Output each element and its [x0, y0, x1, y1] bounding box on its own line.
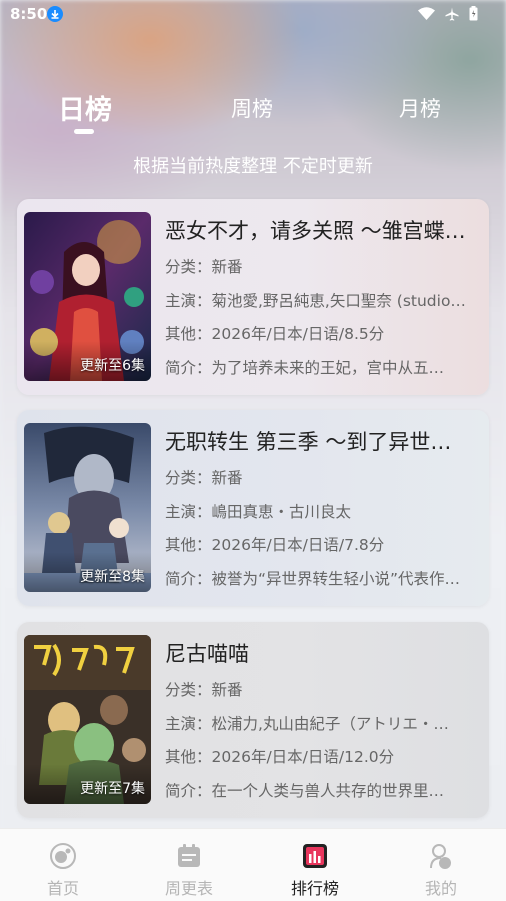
ranking-card[interactable]: 更新至6集 恶女不才，请多关照 ～雏宫蝶… 分类：新番 主演：菊池愛,野呂純恵,… [17, 199, 489, 395]
battery-icon [469, 6, 478, 21]
item-other: 其他：2026年/日本/日语/7.8分 [165, 536, 385, 554]
item-intro: 简介：为了培养未来的王妃，宫中从五… [165, 359, 445, 377]
item-intro: 简介：被誉为“异世界转生轻小说”代表作… [165, 570, 461, 588]
poster-image: 更新至7集 [24, 635, 151, 804]
profile-icon [430, 844, 451, 869]
poster-image: 更新至6集 [24, 212, 151, 381]
item-category: 分类：新番 [165, 681, 243, 699]
episode-badge: 更新至7集 [80, 781, 145, 797]
item-other: 其他：2026年/日本/日语/8.5分 [165, 325, 385, 343]
status-bar: 8:50 [0, 0, 506, 28]
nav-label: 周更表 [164, 879, 213, 898]
ranking-subtitle: 根据当前热度整理 不定时更新 [133, 156, 373, 177]
airplane-icon [445, 7, 459, 21]
poster-image: 更新至8集 [24, 423, 151, 592]
item-title: 恶女不才，请多关照 ～雏宫蝶… [165, 219, 466, 243]
item-other: 其他：2026年/日本/日语/12.0分 [165, 748, 395, 766]
calendar-icon [178, 844, 200, 867]
bottom-nav: 首页 周更表 排行榜 我的 [0, 828, 506, 901]
home-icon [50, 843, 76, 869]
ranking-card[interactable]: 更新至7集 尼古喵喵 分类：新番 主演：松浦力,丸山由紀子（アトリエ・… 其他：… [17, 622, 489, 818]
tab-daily[interactable]: 日榜 [58, 88, 112, 127]
item-title: 无职转生 第三季 ～到了异世… [165, 430, 452, 454]
ranking-card[interactable]: 更新至8集 无职转生 第三季 ～到了异世… 分类：新番 主演：嶋田真恵・古川良太… [17, 410, 489, 606]
download-icon [47, 6, 63, 22]
ranking-icon [303, 844, 327, 868]
item-category: 分类：新番 [165, 469, 243, 487]
nav-label: 我的 [424, 879, 457, 898]
item-title: 尼古喵喵 [165, 642, 249, 666]
nav-weekly-schedule[interactable]: 周更表 [126, 829, 252, 901]
item-cast: 主演：嶋田真恵・古川良太 [165, 503, 352, 521]
item-intro: 简介：在一个人类与兽人共存的世界里… [165, 782, 445, 800]
tab-weekly[interactable]: 周榜 [231, 93, 273, 123]
nav-label: 首页 [46, 879, 79, 898]
item-category: 分类：新番 [165, 258, 243, 276]
episode-badge: 更新至8集 [80, 569, 145, 585]
wifi-icon [418, 7, 435, 20]
active-tab-indicator [74, 129, 94, 134]
nav-ranking[interactable]: 排行榜 [252, 829, 378, 901]
nav-home[interactable]: 首页 [0, 829, 126, 901]
status-time: 8:50 [10, 5, 48, 23]
item-cast: 主演：松浦力,丸山由紀子（アトリエ・… [165, 715, 449, 733]
episode-badge: 更新至6集 [80, 358, 145, 374]
tab-monthly[interactable]: 月榜 [399, 93, 441, 123]
nav-profile[interactable]: 我的 [378, 829, 504, 901]
nav-label: 排行榜 [290, 879, 339, 898]
item-cast: 主演：菊池愛,野呂純恵,矢口聖奈 (studio… [165, 292, 466, 310]
